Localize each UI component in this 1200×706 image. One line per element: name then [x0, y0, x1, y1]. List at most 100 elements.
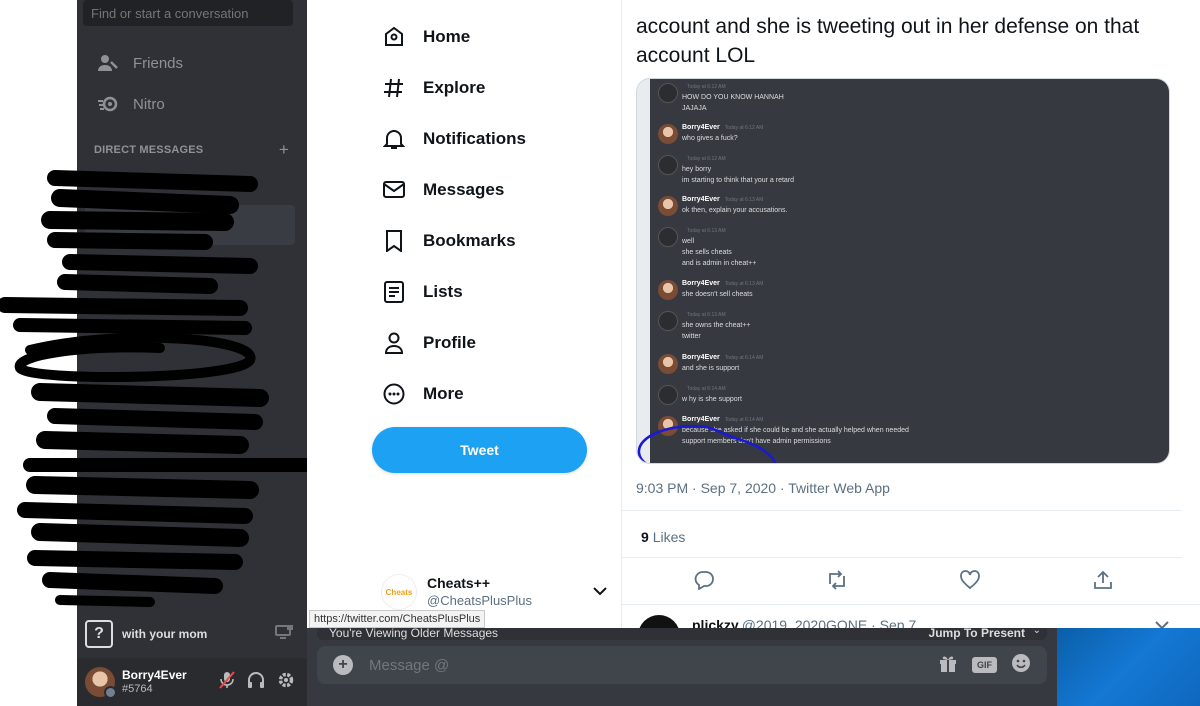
chevron-down-icon[interactable] — [593, 583, 607, 601]
activity-text: with your mom — [122, 627, 208, 641]
list-icon — [381, 281, 407, 303]
sidebar-item-nitro[interactable]: Nitro — [85, 86, 297, 122]
nav-profile[interactable]: Profile — [381, 323, 476, 363]
avatar — [658, 196, 678, 216]
home-icon — [381, 26, 407, 48]
unknown-game-icon: ? — [85, 620, 113, 648]
chat-timestamp: Today at 6:13 AM — [724, 281, 764, 287]
redaction-scribble — [0, 170, 320, 607]
upload-plus-button[interactable]: + — [333, 655, 353, 675]
hashtag-icon — [381, 77, 407, 99]
nav-bookmarks[interactable]: Bookmarks — [381, 221, 516, 261]
nav-explore-label: Explore — [423, 78, 486, 97]
message-placeholder: Message @ — [369, 656, 450, 674]
chat-message-header: Borry4Ever Today at 6:14 AM — [682, 416, 763, 423]
dm-section-header: DIRECT MESSAGES + — [94, 140, 289, 160]
sidebar-item-friends[interactable]: Friends — [85, 45, 297, 81]
chat-line: she doesn't sell cheats — [682, 291, 753, 298]
likes-count: 9 — [641, 529, 649, 545]
nav-notifications-label: Notifications — [423, 129, 526, 148]
chat-line: she sells cheats — [682, 249, 732, 256]
like-heart-icon[interactable] — [960, 570, 980, 595]
chat-line: im starting to think that your a retard — [682, 177, 795, 184]
chat-timestamp: Today at 6:13 AM — [687, 312, 726, 318]
chat-line: twitter — [682, 333, 701, 340]
chat-line: well — [682, 238, 695, 245]
chat-message-header: Today at 6:13 AM — [682, 227, 726, 234]
chat-line: ok then, explain your accusations. — [682, 207, 788, 214]
tweet-image[interactable]: Today at 6:12 AM HOW DO YOU KNOW HANNAH JA… — [636, 78, 1170, 464]
nav-explore[interactable]: Explore — [381, 68, 485, 108]
account-switcher[interactable]: Cheats Cheats++ @CheatsPlusPlus — [381, 568, 607, 616]
gif-button[interactable]: GIF — [972, 657, 997, 673]
chat-timestamp: Today at 6:14 AM — [687, 386, 726, 392]
stream-icon[interactable] — [275, 624, 293, 644]
dm-search-input[interactable]: Find or start a conversation — [83, 0, 293, 26]
chat-timestamp: Today at 6:12 AM — [687, 84, 726, 90]
likes-row[interactable]: 9 Likes — [622, 510, 1182, 558]
nitro-label: Nitro — [133, 95, 165, 113]
user-name: Borry4Ever — [122, 668, 187, 682]
chat-message-header: Borry4Ever Today at 6:13 AM — [682, 280, 763, 287]
chat-message-header: Today at 6:12 AM — [682, 155, 726, 162]
headphones-icon[interactable] — [247, 671, 265, 694]
chat-message-header: Today at 6:14 AM — [682, 385, 726, 392]
chat-author: Borry4Ever — [682, 196, 720, 203]
settings-gear-icon[interactable] — [277, 671, 295, 694]
avatar[interactable] — [85, 667, 117, 699]
tweet-text: account and she is tweeting out in her d… — [636, 15, 1140, 67]
nav-profile-label: Profile — [423, 333, 476, 352]
chat-line: and is admin in cheat++ — [682, 260, 757, 267]
share-icon[interactable] — [1093, 570, 1113, 595]
chat-line: she owns the cheat++ — [682, 322, 751, 329]
desktop-background — [1057, 628, 1200, 706]
reply-icon[interactable] — [694, 570, 714, 595]
tweet-button[interactable]: Tweet — [372, 427, 587, 473]
chat-message-header: Borry4Ever Today at 6:13 AM — [682, 196, 763, 203]
chat-message-header: Borry4Ever Today at 6:12 AM — [682, 124, 763, 131]
mute-mic-icon[interactable] — [219, 670, 235, 694]
message-input[interactable]: + Message @ GIF — [317, 646, 1047, 684]
avatar — [658, 124, 678, 144]
chat-author: Borry4Ever — [682, 416, 720, 423]
discord-chat-screenshot: Today at 6:12 AM HOW DO YOU KNOW HANNAH JA… — [650, 79, 1169, 463]
avatar — [658, 83, 678, 103]
emoji-icon[interactable] — [1011, 653, 1031, 678]
add-dm-button[interactable]: + — [279, 140, 289, 160]
friends-icon — [95, 54, 121, 72]
gift-icon[interactable] — [938, 653, 958, 678]
nav-lists-label: Lists — [423, 282, 463, 301]
chat-timestamp: Today at 6:14 AM — [724, 355, 764, 361]
account-name: Cheats++ — [427, 575, 491, 591]
avatar — [658, 280, 678, 300]
friends-label: Friends — [133, 54, 184, 72]
nav-notifications[interactable]: Notifications — [381, 119, 526, 159]
nav-more[interactable]: More — [381, 374, 464, 414]
user-panel: Borry4Ever #5764 — [77, 658, 307, 706]
nav-bookmarks-label: Bookmarks — [423, 231, 516, 250]
avatar — [658, 354, 678, 374]
blue-circle-annotation — [637, 425, 777, 463]
nav-messages-label: Messages — [423, 180, 505, 199]
chat-message-header: Borry4Ever Today at 6:14 AM — [682, 354, 763, 361]
nav-messages[interactable]: Messages — [381, 170, 504, 210]
twitter-nav: Home Explore Notifications Messages Book… — [307, 0, 621, 628]
chat-line: hey borry — [682, 166, 712, 173]
reply-tweet-preview[interactable]: plickzy @2019_2020GONE · Sep 7 — [622, 604, 1200, 657]
nav-more-label: More — [423, 384, 464, 403]
nav-home-label: Home — [423, 27, 471, 46]
chat-message-header: Today at 6:12 AM — [682, 83, 726, 90]
older-messages-bar: You're Viewing Older Messages Jump To Pr… — [317, 625, 1047, 640]
tweet-timestamp[interactable]: 9:03 PM · Sep 7, 2020 · Twitter Web App — [636, 480, 890, 496]
retweet-icon[interactable] — [826, 570, 848, 595]
chat-line: HOW DO YOU KNOW HANNAH — [682, 94, 784, 101]
chat-timestamp: Today at 6:13 AM — [687, 228, 726, 234]
bookmark-icon — [381, 230, 407, 252]
jump-to-present-button[interactable]: Jump To Present — [929, 626, 1025, 640]
tweet-action-bar — [622, 570, 1182, 594]
nav-home[interactable]: Home — [381, 17, 470, 57]
chat-timestamp: Today at 6:14 AM — [724, 417, 764, 423]
nav-lists[interactable]: Lists — [381, 272, 463, 312]
chat-message-header: Today at 6:13 AM — [682, 311, 726, 318]
chat-timestamp: Today at 6:13 AM — [724, 197, 764, 203]
